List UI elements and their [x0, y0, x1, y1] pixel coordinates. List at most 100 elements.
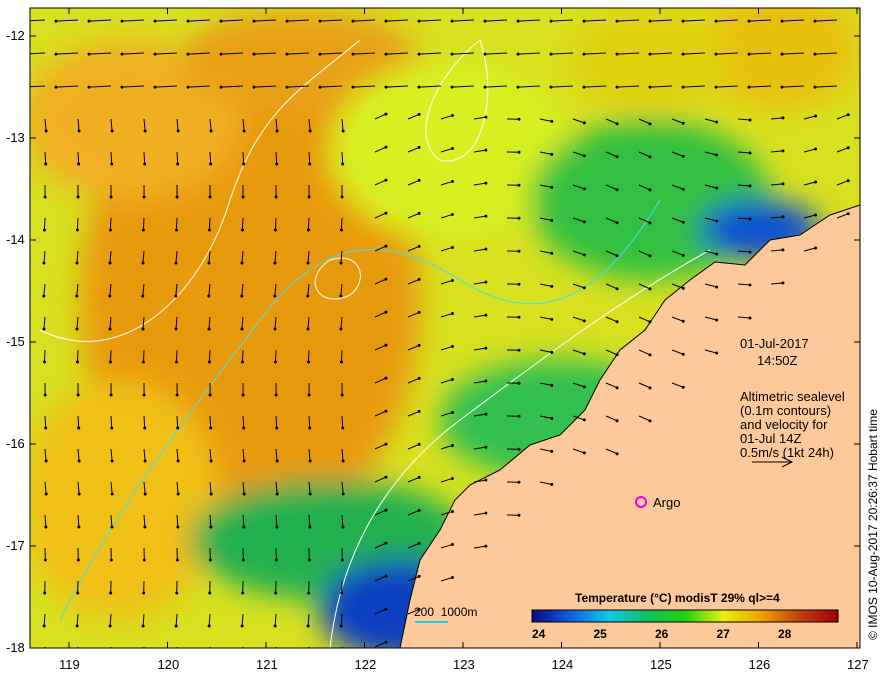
velocity-arrow-head: [781, 215, 785, 219]
velocity-arrow-head: [54, 19, 58, 23]
colorbar-title: Temperature (°C) modisT 29% ql>=4: [575, 591, 780, 605]
velocity-arrow-head: [54, 52, 58, 56]
velocity-arrow-head: [384, 52, 388, 56]
velocity-arrow-head: [417, 475, 421, 479]
velocity-arrow-head: [681, 121, 685, 125]
velocity-arrow-head: [207, 294, 211, 298]
velocity-arrow-head: [207, 327, 211, 331]
velocity-arrow-head: [450, 85, 454, 89]
velocity-arrow-head: [417, 145, 421, 149]
velocity-arrow-head: [219, 52, 223, 56]
velocity-arrow-head: [780, 85, 784, 89]
longitude-label: 121: [256, 657, 278, 672]
velocity-arrow-head: [648, 122, 652, 126]
velocity-arrow-head: [186, 85, 190, 89]
velocity-arrow-head: [582, 19, 586, 23]
velocity-arrow-head: [241, 591, 245, 595]
velocity-arrow-head: [207, 261, 211, 265]
velocity-arrow-head: [681, 187, 685, 191]
velocity-arrow-head: [351, 19, 355, 23]
velocity-arrow-head: [417, 85, 421, 89]
velocity-arrow-head: [275, 525, 279, 529]
velocity-arrow: [110, 151, 113, 165]
velocity-arrow: [208, 217, 211, 231]
velocity-arrow-head: [384, 343, 388, 347]
velocity-arrow-head: [715, 351, 719, 355]
velocity-arrow-head: [450, 344, 454, 348]
velocity-arrow-head: [108, 624, 112, 628]
velocity-arrow-head: [308, 162, 312, 166]
velocity-arrow-head: [483, 19, 487, 23]
velocity-arrow-head: [242, 129, 246, 133]
velocity-arrow-head: [582, 286, 586, 290]
velocity-arrow-head: [517, 150, 521, 154]
velocity-arrow-head: [484, 313, 488, 317]
velocity-arrow-head: [241, 558, 245, 562]
velocity-arrow-head: [175, 195, 179, 199]
velocity-arrow-head: [22, 53, 25, 56]
velocity-arrow-head: [450, 113, 454, 117]
velocity-arrow-head: [384, 145, 388, 149]
velocity-arrow-head: [306, 327, 310, 331]
velocity-arrow-head: [384, 541, 388, 545]
velocity-arrow-head: [648, 287, 652, 291]
velocity-arrow-head: [384, 19, 388, 23]
velocity-arrow-head: [176, 129, 180, 133]
velocity-arrow: [209, 646, 211, 648]
velocity-arrow-head: [517, 513, 521, 517]
velocity-arrow-head: [484, 247, 488, 251]
velocity-arrow-head: [77, 426, 81, 430]
velocity-arrow-head: [615, 287, 619, 291]
velocity-arrow-head: [275, 162, 279, 166]
velocity-arrow-head: [748, 250, 752, 254]
velocity-arrow-head: [273, 624, 277, 628]
velocity-arrow-head: [550, 152, 554, 156]
velocity-arrow: [109, 349, 112, 363]
velocity-arrow-head: [582, 418, 586, 422]
velocity-arrow-head: [240, 327, 244, 331]
velocity-arrow-head: [417, 574, 421, 578]
velocity-arrow-head: [648, 254, 652, 258]
velocity-arrow-head: [209, 492, 213, 496]
velocity-arrow-head: [384, 409, 388, 413]
velocity-arrow-head: [484, 379, 488, 383]
colorbar: [531, 609, 839, 623]
velocity-arrow-head: [240, 657, 243, 660]
velocity-arrow-head: [76, 591, 80, 595]
velocity-arrow-head: [308, 492, 312, 496]
velocity-arrow-head: [153, 19, 157, 23]
velocity-arrow-head: [549, 19, 553, 23]
velocity-arrow-head: [143, 162, 147, 166]
latitude-label: -12: [6, 28, 25, 43]
velocity-arrow-head: [43, 591, 47, 595]
longitude-label: 119: [59, 657, 80, 672]
velocity-arrow-head: [22, 20, 25, 23]
velocity-arrow-head: [417, 52, 421, 56]
velocity-arrow-head: [813, 19, 817, 23]
velocity-arrow-head: [781, 149, 785, 153]
velocity-arrow-head: [109, 591, 113, 595]
velocity-arrow-head: [582, 187, 586, 191]
velocity-arrow-head: [76, 195, 80, 199]
velocity-arrow-head: [42, 327, 46, 331]
velocity-arrow: [77, 151, 80, 165]
velocity-arrow-head: [351, 85, 355, 89]
velocity-arrow: [142, 349, 145, 363]
velocity-arrow-head: [174, 360, 178, 364]
velocity-arrow-head: [120, 85, 124, 89]
velocity-arrow-head: [681, 286, 685, 290]
velocity-arrow: [275, 151, 278, 165]
velocity-arrow-head: [384, 640, 388, 644]
velocity-arrow-head: [174, 261, 178, 265]
velocity-arrow: [341, 646, 343, 648]
velocity-arrow-head: [484, 148, 488, 152]
velocity-arrow-head: [75, 228, 79, 232]
velocity-arrow-head: [242, 459, 246, 463]
velocity-arrow: [175, 349, 178, 363]
velocity-arrow-head: [450, 575, 454, 579]
velocity-arrow-head: [77, 459, 81, 463]
velocity-arrow-head: [714, 52, 718, 56]
velocity-arrow-head: [110, 426, 114, 430]
velocity-arrow-head: [174, 228, 178, 232]
velocity-arrow-head: [174, 327, 178, 331]
